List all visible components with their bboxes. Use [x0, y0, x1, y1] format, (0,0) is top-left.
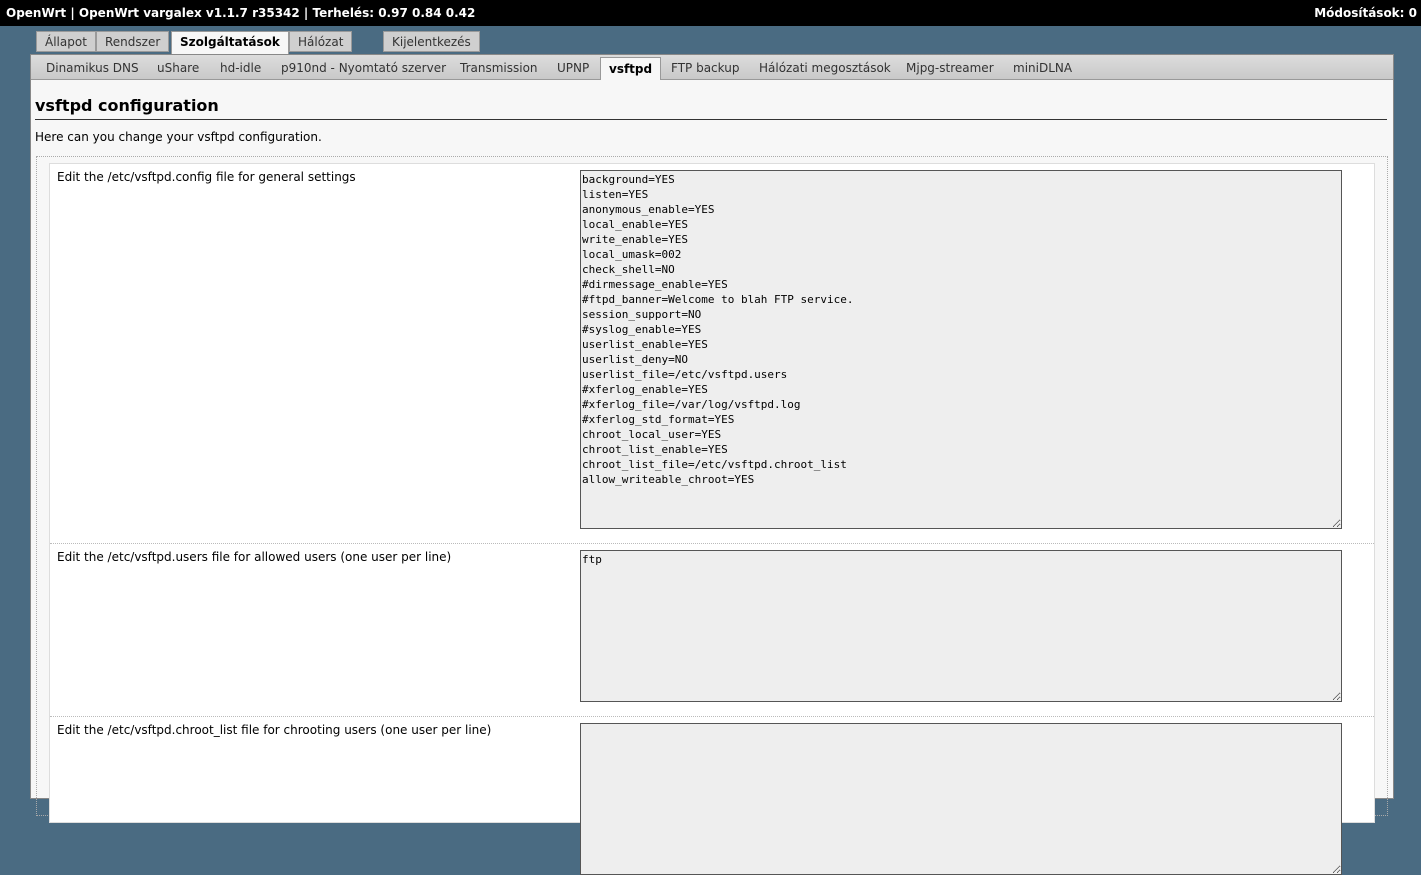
subtab-ftp-backup[interactable]: FTP backup — [671, 57, 739, 79]
tab-szolgaltatasok[interactable]: Szolgáltatások — [171, 31, 289, 55]
vsftpd-chroot-list-textarea[interactable] — [580, 723, 1342, 875]
header-title: OpenWrt | OpenWrt vargalex v1.1.7 r35342… — [6, 6, 476, 20]
subtab-p910nd[interactable]: p910nd - Nyomtató szerver — [281, 57, 446, 79]
content-panel: Dinamikus DNS uShare hd-idle p910nd - Ny… — [30, 54, 1394, 875]
field-label-chroot: Edit the /etc/vsftpd.chroot_list file fo… — [57, 723, 492, 737]
subtab-ushare[interactable]: uShare — [157, 57, 199, 79]
field-label-config: Edit the /etc/vsftpd.config file for gen… — [57, 170, 356, 184]
vsftpd-users-textarea[interactable] — [580, 550, 1342, 702]
changes-counter[interactable]: Módosítások: 0 — [1314, 6, 1417, 20]
subtab-hd-idle[interactable]: hd-idle — [220, 57, 261, 79]
subtab-upnp[interactable]: UPNP — [557, 57, 589, 79]
subtab-vsftpd[interactable]: vsftpd — [600, 57, 662, 80]
field-row-config: Edit the /etc/vsftpd.config file for gen… — [50, 164, 1374, 544]
vsftpd-config-textarea[interactable] — [580, 170, 1342, 529]
tab-rendszer[interactable]: Rendszer — [96, 31, 170, 52]
field-row-chroot: Edit the /etc/vsftpd.chroot_list file fo… — [50, 717, 1374, 875]
top-bar: OpenWrt | OpenWrt vargalex v1.1.7 r35342… — [0, 0, 1421, 26]
tab-allapot[interactable]: Állapot — [36, 31, 96, 52]
page-title: vsftpd configuration — [35, 96, 1387, 120]
config-fields: Edit the /etc/vsftpd.config file for gen… — [49, 163, 1375, 875]
sub-tabs: Dinamikus DNS uShare hd-idle p910nd - Ny… — [31, 55, 1393, 80]
field-label-users: Edit the /etc/vsftpd.users file for allo… — [57, 550, 452, 564]
subtab-transmission[interactable]: Transmission — [460, 57, 538, 79]
field-row-users: Edit the /etc/vsftpd.users file for allo… — [50, 544, 1374, 716]
subtab-mjpg-streamer[interactable]: Mjpg-streamer — [906, 57, 994, 79]
tab-halozat[interactable]: Hálózat — [289, 31, 353, 52]
subtab-dinamikus-dns[interactable]: Dinamikus DNS — [46, 57, 139, 79]
subtab-minidlna[interactable]: miniDLNA — [1013, 57, 1072, 79]
page-description: Here can you change your vsftpd configur… — [35, 130, 322, 144]
subtab-halozati-megosztasok[interactable]: Hálózati megosztások — [759, 57, 891, 79]
config-section: Edit the /etc/vsftpd.config file for gen… — [36, 156, 1388, 875]
tab-kijelentkezes[interactable]: Kijelentkezés — [383, 31, 480, 52]
